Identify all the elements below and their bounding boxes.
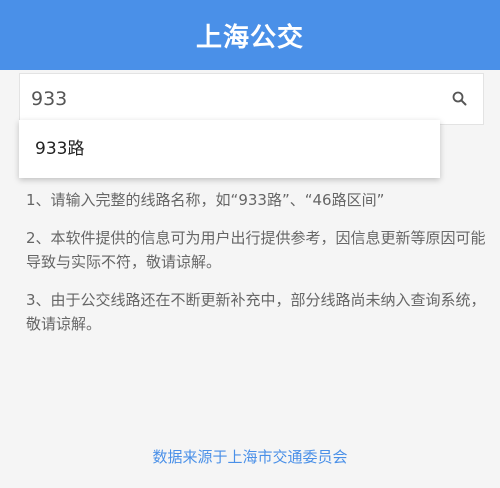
tip-2: 2、本软件提供的信息可为用户出行提供参考，因信息更新等原因可能导致与实际不符，敬… <box>26 229 486 271</box>
suggestion-item[interactable]: 933路 <box>35 120 84 178</box>
tip-3: 3、由于公交线路还在不断更新补充中，部分线路尚未纳入查询系统，敬请谅解。 <box>26 291 486 333</box>
app-title: 上海公交 <box>195 22 304 53</box>
data-source-link[interactable]: 数据来源于上海市交通委员会 <box>0 446 500 467</box>
search-box[interactable] <box>19 73 484 125</box>
app-header: 上海公交 <box>0 0 500 70</box>
search-icon[interactable] <box>451 90 469 108</box>
suggestion-dropdown: 933路 <box>19 120 440 178</box>
tips-section: 1、请输入完整的线路名称，如“933路”、“46路区间” 2、本软件提供的信息可… <box>26 188 486 350</box>
tip-1: 1、请输入完整的线路名称，如“933路”、“46路区间” <box>26 191 385 209</box>
search-input[interactable] <box>20 74 440 124</box>
